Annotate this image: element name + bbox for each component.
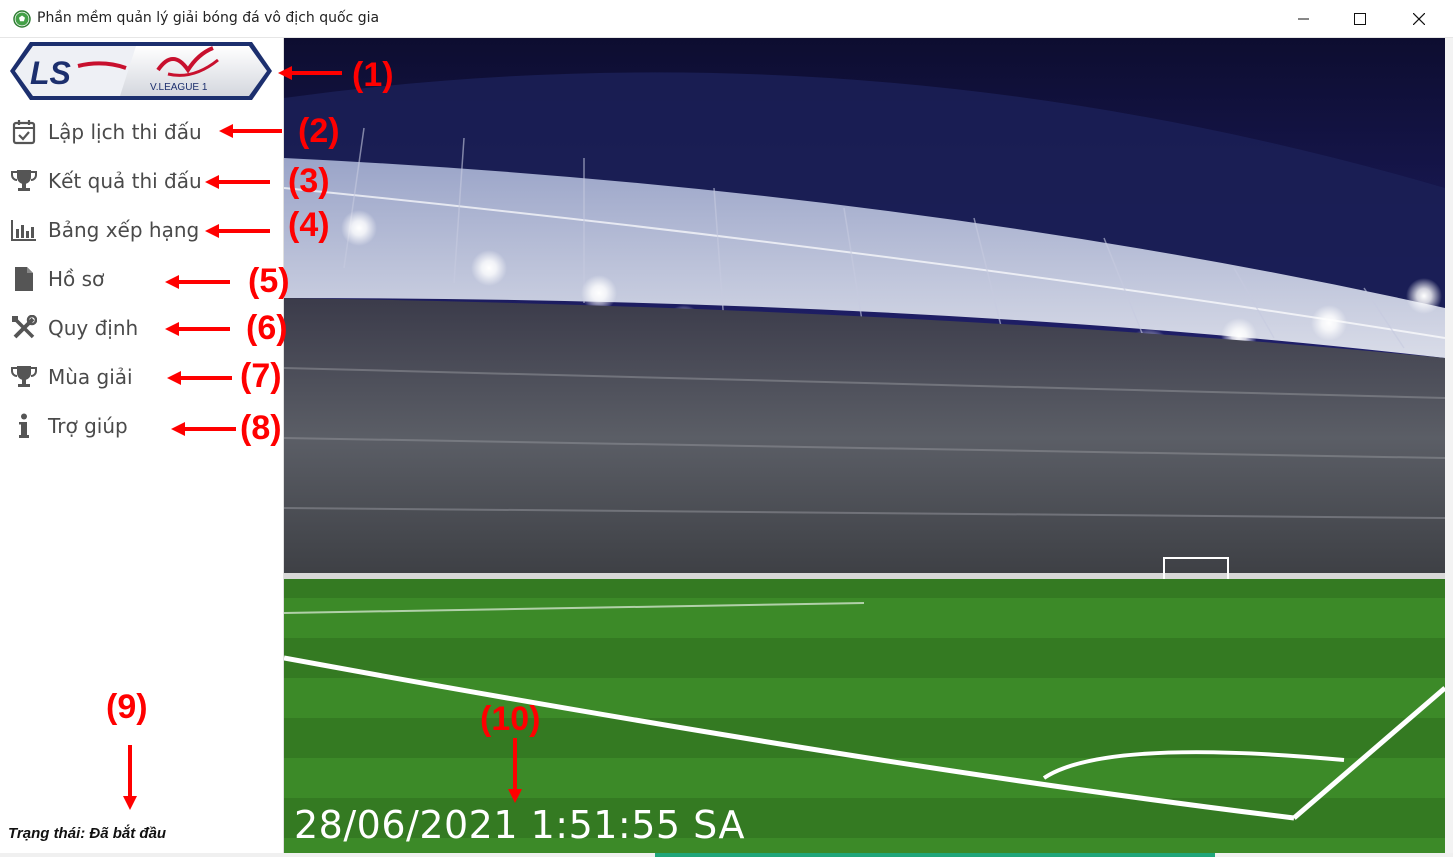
annotation-label: (4) — [288, 206, 330, 244]
annotation-label: (5) — [248, 262, 290, 300]
annotation-label: (6) — [246, 309, 288, 347]
annotation-label: (7) — [240, 357, 282, 395]
annotation-arrows — [123, 66, 522, 810]
annotation-label: (8) — [240, 409, 282, 447]
annotation-label: (3) — [288, 162, 330, 200]
annotation-label: (2) — [298, 112, 340, 150]
annotation-label: (1) — [352, 56, 394, 94]
annotation-label: (10) — [480, 700, 541, 738]
annotation-label: (9) — [106, 688, 148, 726]
